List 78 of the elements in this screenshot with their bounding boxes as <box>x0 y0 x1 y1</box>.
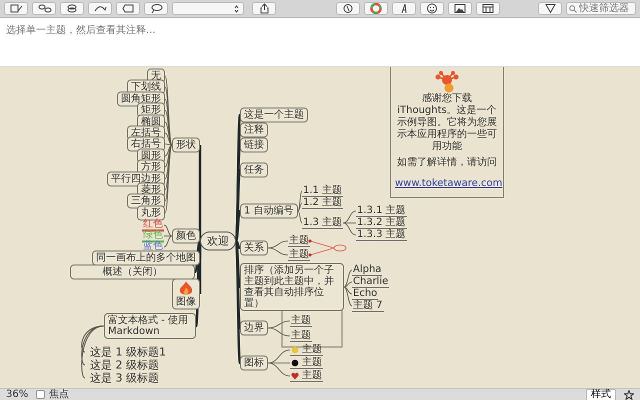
smiley-button[interactable] <box>420 2 444 15</box>
topic-node[interactable]: Echo <box>352 288 378 300</box>
topic-node[interactable]: 边界 <box>240 320 268 336</box>
topic-node[interactable]: 主题 7 <box>352 300 384 312</box>
topic-node[interactable]: 主题 <box>290 344 323 356</box>
filter-icon <box>544 3 556 14</box>
topic-node[interactable]: 1.1 主题 <box>302 185 344 197</box>
star-icon <box>624 390 634 400</box>
color-wheel-icon <box>370 3 382 14</box>
search-icon <box>569 4 577 12</box>
topic-node[interactable]: Charlie <box>352 276 390 288</box>
topic-node[interactable]: 主题 <box>288 249 310 261</box>
central-topic[interactable]: 欢迎 <box>200 232 236 250</box>
topic-node[interactable]: 颜色 <box>172 228 200 244</box>
style-button[interactable]: 样式 <box>586 388 616 400</box>
topic-node[interactable]: 这是一个主题 <box>240 108 308 122</box>
topic-node[interactable]: 1.3 主题 <box>302 217 344 229</box>
flame-icon <box>178 280 194 296</box>
image-button[interactable] <box>448 2 472 15</box>
heading-text[interactable]: 这是 2 级标题 <box>88 358 161 372</box>
calendar-button[interactable] <box>476 2 500 15</box>
add-sibling-button[interactable] <box>60 2 84 15</box>
topic-node[interactable]: 链接 <box>240 138 268 152</box>
topic-node[interactable]: 形状 <box>172 138 200 152</box>
notes-field[interactable]: 选择单一主题，然后查看其注释... <box>0 18 640 67</box>
speech-bubble-button[interactable] <box>144 2 168 15</box>
speech-bubble-icon <box>148 3 164 14</box>
callout-shape-button[interactable] <box>116 2 140 15</box>
website-link[interactable]: www.toketaware.com <box>395 178 502 189</box>
topic-node[interactable]: 主题 <box>290 330 312 342</box>
image-icon <box>454 3 466 14</box>
topic-node[interactable]: 关系 <box>240 240 268 256</box>
topic-node[interactable]: 图标 <box>240 356 268 370</box>
topic-node[interactable]: 同一画布上的多个地图 <box>92 250 200 266</box>
topic-node[interactable]: 富文本格式 - 使用 Markdown <box>104 313 196 339</box>
share-icon <box>258 3 270 14</box>
topic-node[interactable]: 注释 <box>240 122 268 138</box>
connector-line <box>268 328 290 336</box>
topic-node[interactable]: 1 自动编号 <box>240 204 298 218</box>
smiley-icon <box>426 3 438 14</box>
color-wheel-button[interactable] <box>364 2 388 15</box>
filter-button[interactable] <box>538 2 562 15</box>
topic-node[interactable]: 概述（关闭） <box>70 264 195 280</box>
image-topic[interactable]: 图像 <box>172 278 200 310</box>
search-field[interactable]: 快速筛选器 <box>566 2 636 15</box>
font-button[interactable] <box>392 2 416 15</box>
topic-node[interactable]: 1.3.1 主题 <box>356 205 407 217</box>
topic-node[interactable]: 主题 <box>288 235 310 247</box>
new-topic-icon <box>8 3 24 14</box>
topic-node[interactable]: 主题 <box>290 370 323 382</box>
add-sibling-icon <box>64 3 80 14</box>
app-logo-icon <box>434 70 460 93</box>
relationship-drawing <box>308 240 346 256</box>
more-info-text: 如需了解详情，请访问 <box>396 157 498 169</box>
add-subtopic-button[interactable] <box>32 2 56 15</box>
topic-node[interactable]: 1.2 主题 <box>302 197 344 209</box>
topic-node[interactable]: 任务 <box>240 162 268 178</box>
topic-node[interactable]: 主题 <box>290 357 323 369</box>
heart-icon <box>291 372 299 380</box>
topic-node[interactable]: Alpha <box>352 264 382 276</box>
dropdown-arrows-icon <box>234 4 239 12</box>
heading-text[interactable]: 这是 3 级标题 <box>88 372 161 384</box>
topic-node[interactable]: 主题 <box>290 315 312 327</box>
new-topic-button[interactable] <box>4 2 28 15</box>
zoom-level: 36% <box>6 389 28 400</box>
add-subtopic-icon <box>36 3 52 14</box>
topic-node[interactable]: 1.3.2 主题 <box>356 217 407 229</box>
focus-checkbox[interactable]: 焦点 <box>36 389 70 400</box>
share-button[interactable] <box>252 2 276 15</box>
topic-node[interactable]: 1.3.3 主题 <box>356 229 407 241</box>
topic-node[interactable]: 排序（添加另一个子主题到此主题中，并查看其自动排序位置） <box>240 263 344 311</box>
calendar-icon <box>482 3 494 14</box>
topic-label: 图像 <box>176 296 196 308</box>
ball-icon <box>291 359 299 367</box>
callout-shape-icon <box>120 3 136 14</box>
welcome-message: 感谢您下载 iThoughts。这是一个示例导图。它将为您展示本应用程序的一些可用功能 <box>396 93 498 153</box>
heading-text[interactable]: 这是 1 级标题1 <box>88 346 168 358</box>
dot-icon <box>291 346 299 354</box>
